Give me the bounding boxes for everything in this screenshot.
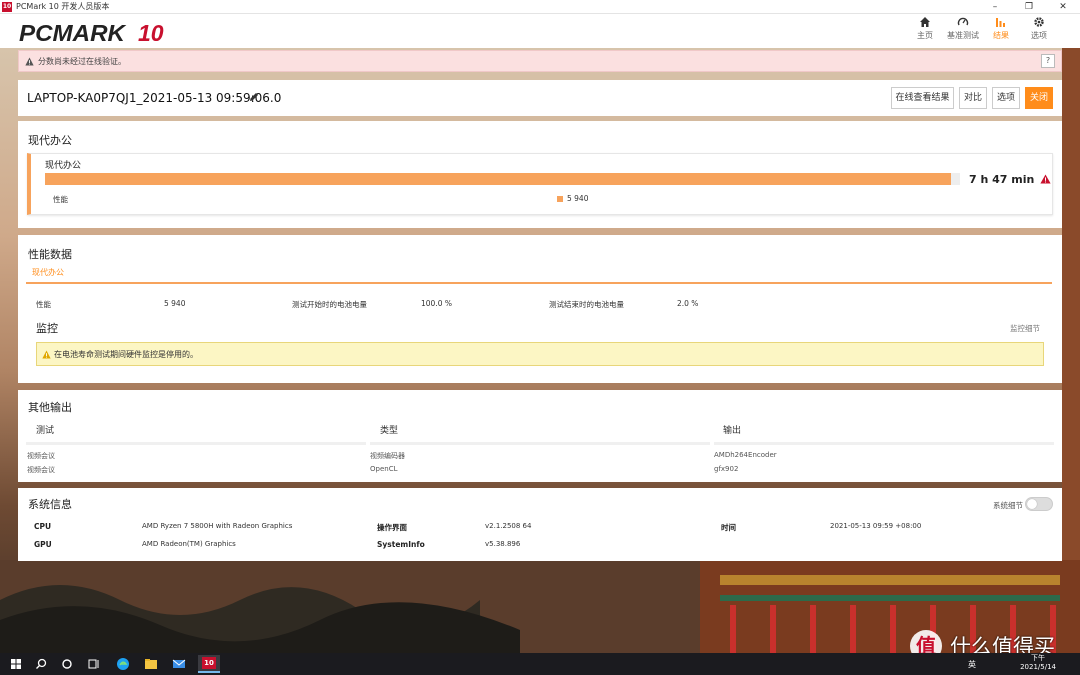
performance-legend-swatch [557, 196, 563, 202]
gauge-icon [957, 17, 969, 26]
window-title: PCMark 10 开发人员版本 [16, 2, 110, 11]
section-title-system-info: 系统信息 [28, 498, 72, 511]
gear-icon [1034, 17, 1044, 27]
toggle-knob [1027, 499, 1037, 509]
help-button[interactable]: ? [1041, 54, 1055, 68]
minimize-button[interactable]: – [978, 0, 1012, 14]
home-icon [920, 17, 930, 27]
other-outputs-panel: 其他输出 测试 类型 输出 视频会议 视频编码器 AMDh264Encoder … [18, 390, 1062, 482]
restore-button[interactable]: ❐ [1012, 0, 1046, 14]
nav-results[interactable]: 结果 [982, 16, 1020, 41]
compare-button[interactable]: 对比 [959, 87, 987, 109]
column-header-type: 类型 [380, 426, 399, 436]
bar-chart-icon [996, 18, 1005, 27]
pcmark-logo: PCMARK 10 [19, 20, 164, 46]
perf-value-performance: 5 940 [164, 299, 186, 308]
window-titlebar: 10 PCMark 10 开发人员版本 – ❐ ✕ [0, 0, 1080, 14]
close-result-button[interactable]: 关闭 [1025, 87, 1053, 109]
windows-taskbar: 10 英 下午 2021/5/14 [0, 653, 1080, 675]
pcmark-taskbar-button[interactable]: 10 [198, 655, 220, 673]
table-cell: OpenCL [370, 465, 398, 473]
system-details-toggle[interactable] [1025, 497, 1053, 511]
column-divider [370, 442, 710, 445]
perf-value-battery-end: 2.0 % [677, 299, 699, 308]
monitoring-title: 监控 [36, 322, 58, 335]
perf-value-battery-start: 100.0 % [421, 299, 452, 308]
view-online-button[interactable]: 在线查看结果 [891, 87, 954, 109]
sysinfo-value-systeminfo: v5.38.896 [485, 540, 521, 548]
table-cell: gfx902 [714, 465, 739, 473]
pcmark-taskbar-icon: 10 [202, 657, 216, 669]
main-nav: 主页 基准测试 结果 选项 [906, 16, 1058, 41]
edit-pencil-icon[interactable] [249, 92, 259, 102]
system-info-panel: 系统信息 系统细节 CPU AMD Ryzen 7 5800H with Rad… [18, 488, 1062, 561]
input-language-indicator[interactable]: 英 [968, 659, 976, 670]
warning-icon [42, 349, 51, 359]
score-bar-fill [45, 173, 951, 185]
close-window-button[interactable]: ✕ [1046, 0, 1080, 14]
validation-warning-text: 分数尚未经过在线验证。 [38, 56, 126, 66]
column-divider [714, 442, 1054, 445]
system-details-label: 系统细节 [993, 501, 1023, 510]
alert-icon [1040, 174, 1051, 184]
modern-office-score-card: 现代办公 7 h 47 min 性能 5 940 [27, 153, 1053, 215]
table-cell: 视频编码器 [370, 452, 405, 460]
score-value: 7 h 47 min [969, 173, 1051, 186]
table-cell: 视频会议 [27, 452, 55, 460]
edge-browser-icon[interactable] [115, 656, 131, 672]
result-header-panel: LAPTOP-KA0P7QJ1_2021-05-13 09:59:06.0 在线… [18, 80, 1062, 116]
section-title-modern-office: 现代办公 [28, 134, 72, 147]
sysinfo-key-ui: 操作界面 [377, 523, 407, 532]
options-button[interactable]: 选项 [992, 87, 1020, 109]
monitoring-disabled-warning: 在电池寿命测试期间硬件监控是停用的。 [36, 342, 1044, 366]
score-card-title: 现代办公 [45, 161, 82, 171]
sysinfo-key-cpu: CPU [34, 522, 52, 531]
sysinfo-key-systeminfo: SystemInfo [377, 540, 425, 549]
sysinfo-value-ui: v2.1.2508 64 [485, 522, 532, 530]
pcmark-app-icon: 10 [2, 1, 12, 12]
sysinfo-key-gpu: GPU [34, 540, 52, 549]
nav-options[interactable]: 选项 [1020, 16, 1058, 41]
sysinfo-value-gpu: AMD Radeon(TM) Graphics [142, 540, 236, 548]
table-cell: 视频会议 [27, 466, 55, 474]
sysinfo-key-time: 时间 [721, 523, 736, 532]
tab-modern-office[interactable]: 现代办公 [32, 267, 64, 278]
column-header-test: 测试 [36, 426, 55, 436]
perf-key-battery-end: 测试结束时的电池电量 [549, 300, 624, 309]
warning-icon [25, 56, 34, 66]
monitoring-details-link[interactable]: 监控细节 [1010, 323, 1040, 334]
cortana-icon[interactable] [59, 656, 75, 672]
app-header: PCMARK 10 主页 基准测试 结果 选项 [0, 14, 1080, 48]
table-cell: AMDh264Encoder [714, 451, 777, 459]
perf-key-performance: 性能 [36, 300, 51, 309]
section-title-performance-data: 性能数据 [28, 248, 72, 261]
search-icon[interactable] [33, 656, 49, 672]
sysinfo-value-cpu: AMD Ryzen 7 5800H with Radeon Graphics [142, 522, 293, 530]
sysinfo-value-time: 2021-05-13 09:59 +08:00 [830, 522, 922, 530]
performance-label: 性能 [53, 195, 68, 204]
taskbar-clock[interactable]: 下午 2021/5/14 [1020, 654, 1056, 672]
performance-value: 5 940 [567, 194, 589, 203]
modern-office-panel: 现代办公 现代办公 7 h 47 min 性能 5 940 [18, 121, 1062, 228]
file-explorer-icon[interactable] [143, 656, 159, 672]
column-divider [26, 442, 366, 445]
section-title-other-outputs: 其他输出 [28, 401, 72, 414]
perf-key-battery-start: 测试开始时的电池电量 [292, 300, 367, 309]
tab-underline [26, 282, 1052, 284]
task-view-icon[interactable] [86, 656, 102, 672]
score-bar-track [45, 173, 960, 185]
nav-home[interactable]: 主页 [906, 16, 944, 41]
nav-benchmarks[interactable]: 基准测试 [944, 16, 982, 41]
column-header-output: 输出 [723, 426, 742, 436]
result-name: LAPTOP-KA0P7QJ1_2021-05-13 09:59:06.0 [27, 91, 282, 105]
performance-data-panel: 性能数据 现代办公 性能 5 940 测试开始时的电池电量 100.0 % 测试… [18, 235, 1062, 383]
windows-start-icon[interactable] [8, 656, 24, 672]
mail-icon[interactable] [171, 656, 187, 672]
validation-warning-bar: 分数尚未经过在线验证。 ? [18, 50, 1062, 72]
